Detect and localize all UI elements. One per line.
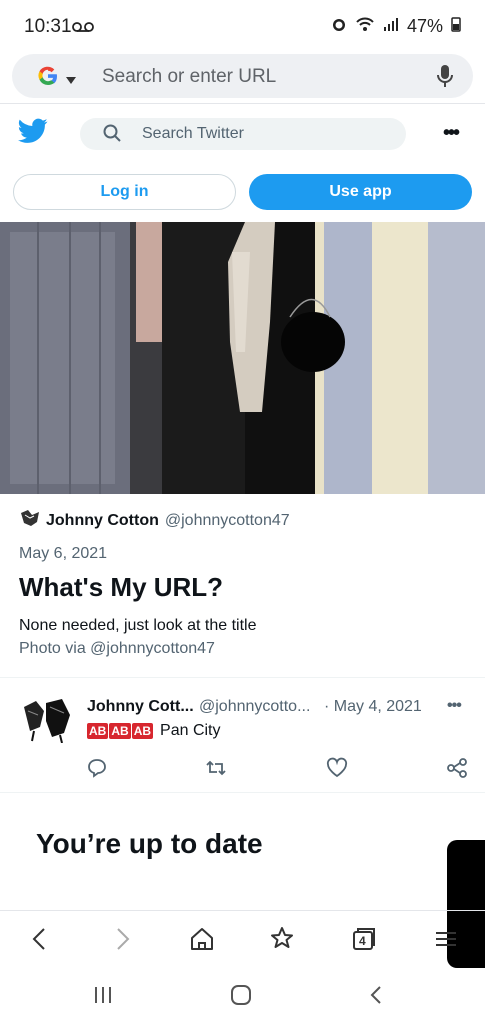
divider [0, 677, 485, 678]
caret-down-icon[interactable] [66, 72, 76, 90]
twitter-search-input[interactable]: Search Twitter [142, 125, 244, 143]
url-input[interactable]: Search or enter URL [102, 66, 276, 88]
up-to-date-heading: You’re up to date [36, 828, 263, 859]
voicemail-icon [72, 20, 94, 32]
url-bar-divider [0, 103, 485, 104]
signal-icon [383, 16, 399, 37]
ab-tag: AB [131, 723, 154, 739]
reply-icon[interactable] [86, 757, 108, 779]
photo-credit: Photo via @johnnycotton47 [19, 640, 215, 657]
status-time: 10:31 [24, 16, 72, 37]
tweet-author-handle[interactable]: @johnnycotto... [199, 698, 310, 716]
battery-icon [451, 16, 461, 37]
author-avatar-icon [20, 509, 40, 532]
tweet-text: Pan City [160, 722, 221, 739]
status-indicators: 47% [331, 16, 461, 37]
tabs-icon[interactable]: 4 [350, 925, 378, 953]
android-home-icon[interactable] [226, 980, 256, 1010]
back-icon[interactable] [26, 925, 54, 953]
author-name: Johnny Cotton [46, 511, 159, 529]
menu-icon[interactable] [432, 925, 460, 953]
article-author[interactable]: Johnny Cotton @johnnycotton47 [20, 509, 290, 532]
bookmarks-icon[interactable] [268, 925, 296, 953]
like-icon[interactable] [326, 757, 348, 779]
tweet-more-icon[interactable]: ••• [447, 697, 462, 715]
tweet-date[interactable]: · May 4, 2021 [324, 698, 422, 716]
share-icon[interactable] [446, 757, 468, 779]
microphone-icon[interactable] [437, 64, 453, 93]
search-icon [103, 124, 121, 147]
author-handle: @johnnycotton47 [164, 511, 290, 529]
status-bar: 10:31 47% [0, 0, 485, 56]
wifi-icon [355, 16, 375, 37]
more-options-icon[interactable]: ••• [443, 122, 460, 145]
article-title: What's My URL? [19, 572, 224, 602]
use-app-button[interactable]: Use app [249, 174, 472, 210]
login-button[interactable]: Log in [13, 174, 236, 210]
ab-tags: AB AB AB [87, 722, 154, 740]
twitter-logo-icon[interactable] [18, 118, 48, 149]
divider [0, 792, 485, 793]
tweet-body: AB AB AB Pan City [87, 722, 221, 740]
android-back-icon[interactable] [362, 980, 392, 1010]
retweet-icon[interactable] [205, 757, 227, 779]
tab-count: 4 [359, 934, 366, 948]
bottom-bar-divider [0, 910, 485, 911]
alarm-icon [331, 16, 347, 37]
tweet-avatar[interactable] [20, 697, 74, 744]
article-date: May 6, 2021 [19, 545, 108, 562]
tweet-author-name[interactable]: Johnny Cott... [87, 698, 194, 716]
forward-icon[interactable] [108, 925, 136, 953]
ab-tag: AB [109, 723, 131, 739]
home-icon[interactable] [188, 925, 216, 953]
recent-apps-icon[interactable] [88, 980, 118, 1010]
battery-level: 47% [406, 16, 443, 36]
ab-tag: AB [87, 723, 109, 739]
article-description: None needed, just look at the title [19, 617, 257, 634]
google-icon[interactable] [36, 64, 60, 88]
article-photo [0, 222, 485, 494]
